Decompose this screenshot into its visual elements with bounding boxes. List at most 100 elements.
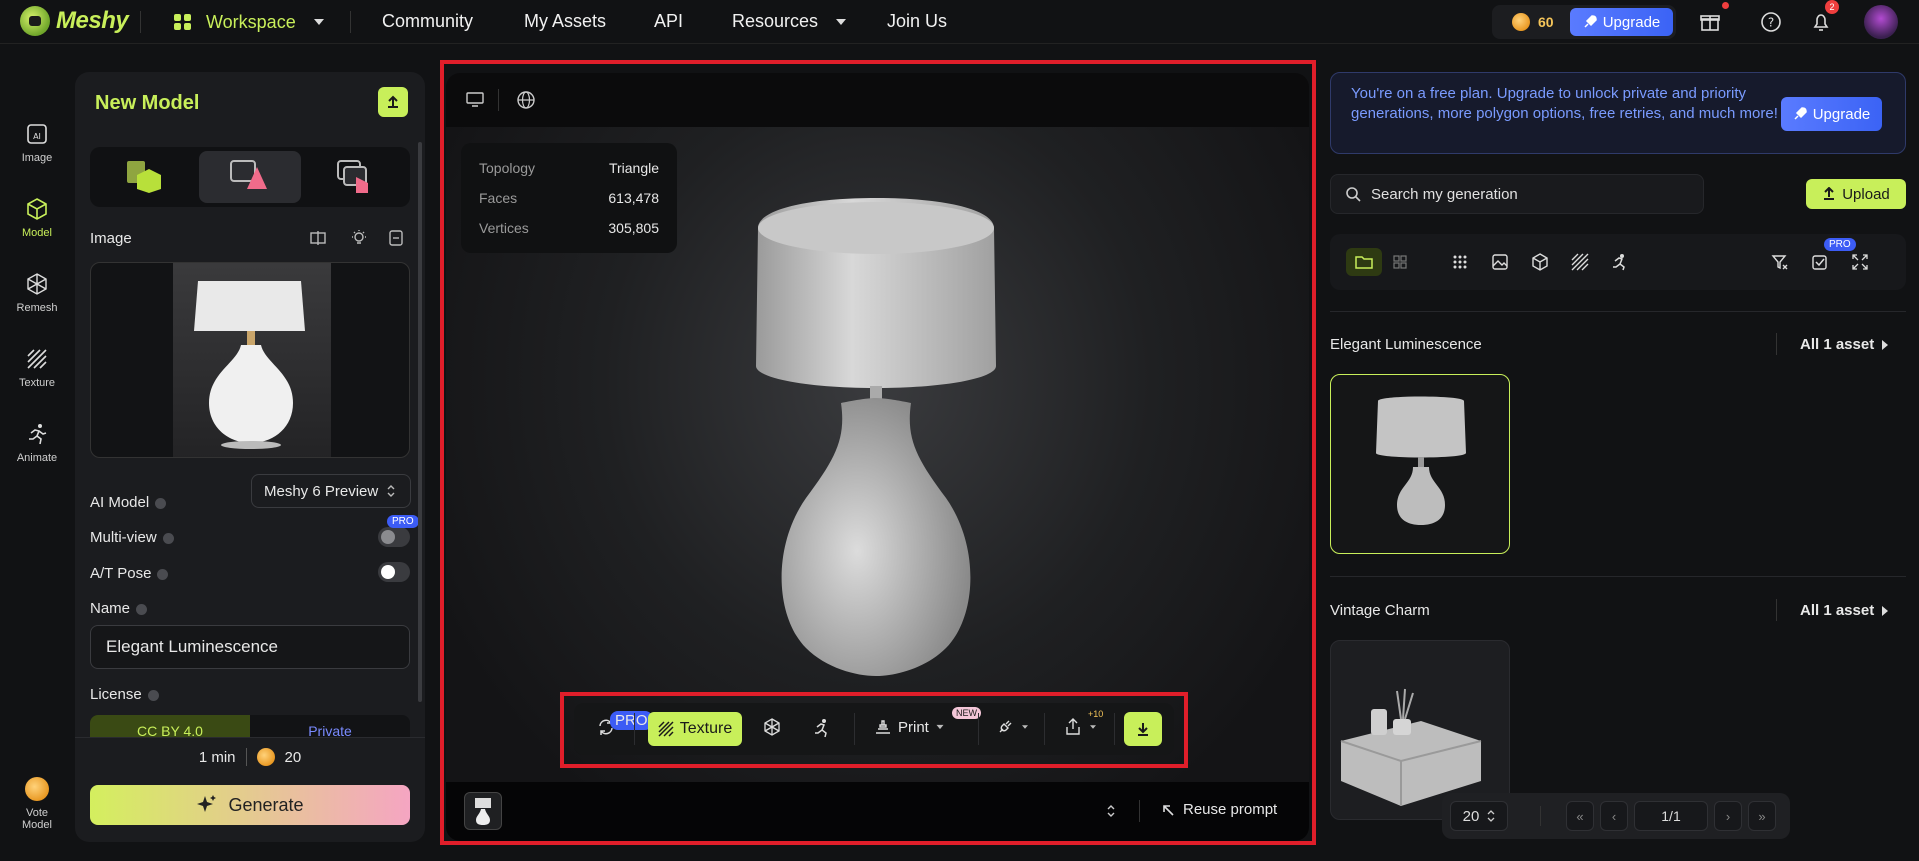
document-icon[interactable] [387, 229, 405, 247]
nav-my-assets[interactable]: My Assets [524, 11, 606, 32]
info-icon [155, 497, 167, 509]
nav-resources[interactable]: Resources [732, 11, 847, 32]
meshy-logo[interactable]: Meshy [20, 6, 129, 36]
license-label: License [90, 686, 159, 703]
nav-join-us[interactable]: Join Us [887, 11, 947, 32]
atpose-toggle[interactable] [378, 562, 410, 582]
image-ai-icon: AI [27, 124, 47, 144]
pro-badge: PRO [387, 515, 419, 528]
rail-image[interactable]: AI Image [0, 122, 74, 164]
upload-button[interactable] [378, 87, 408, 117]
folder-view-icon[interactable] [1346, 248, 1382, 276]
promo-text: You're on a free plan. Upgrade to unlock… [1351, 85, 1778, 122]
mode-tabs [90, 147, 410, 207]
nav-workspace[interactable]: Workspace [172, 11, 324, 33]
multiview-toggle[interactable] [378, 527, 410, 547]
free-plan-banner: You're on a free plan. Upgrade to unlock… [1330, 72, 1906, 154]
rail-model[interactable]: Model [0, 197, 74, 239]
asset-group-title: Elegant Luminescence [1330, 336, 1482, 353]
all-types-icon[interactable] [1446, 248, 1474, 276]
tab-text-to-3d[interactable] [94, 151, 195, 203]
scrollbar[interactable] [418, 142, 422, 702]
notification-badge: 2 [1825, 0, 1839, 14]
search-input[interactable]: Search my generation [1330, 174, 1704, 214]
highlight-box [440, 60, 1316, 845]
texture-icon [27, 349, 47, 369]
fullscreen-icon[interactable] [1846, 248, 1874, 276]
generate-button[interactable]: Generate [90, 785, 410, 825]
prev-page-button[interactable]: ‹ [1600, 801, 1628, 831]
divider [75, 737, 425, 738]
panel-title: New Model [95, 92, 200, 114]
rail-animate[interactable]: Animate [0, 422, 74, 464]
upload-icon [1824, 187, 1835, 200]
first-page-button[interactable]: « [1566, 801, 1594, 831]
cube-icon [27, 198, 47, 220]
asset-group-title: Vintage Charm [1330, 602, 1430, 619]
tab-multi-image[interactable] [305, 151, 406, 203]
model-filter-icon[interactable] [1526, 248, 1554, 276]
rail-remesh[interactable]: Remesh [0, 272, 74, 314]
divider [1540, 806, 1541, 826]
rocket-icon [1794, 107, 1807, 120]
multi-image-icon [337, 160, 369, 193]
license-private[interactable]: Private [250, 715, 410, 737]
name-label: Name [90, 600, 148, 617]
animation-filter-icon[interactable] [1606, 248, 1634, 276]
divider [1776, 333, 1777, 355]
image-filter-icon[interactable] [1486, 248, 1514, 276]
divider [140, 11, 141, 33]
lamp-reference-image [173, 263, 331, 457]
filter-clear-icon[interactable] [1766, 248, 1794, 276]
all-assets-link[interactable]: All 1 asset [1800, 336, 1889, 353]
per-page-select[interactable]: 20 [1450, 801, 1508, 831]
all-assets-link[interactable]: All 1 asset [1800, 602, 1889, 619]
sparkle-icon [197, 795, 217, 812]
info-icon [157, 568, 169, 580]
upload-icon [388, 95, 398, 108]
image-cone-icon [229, 160, 267, 189]
divider [1330, 311, 1906, 312]
upgrade-button[interactable]: Upgrade [1781, 97, 1882, 131]
divider [350, 11, 351, 33]
grid-view-icon[interactable] [1386, 248, 1414, 276]
logo-text: Meshy [56, 7, 129, 34]
workspace-icon [174, 14, 191, 30]
ai-model-select[interactable]: Meshy 6 Preview [251, 474, 411, 508]
meshy-logo-icon [20, 6, 50, 36]
next-page-button[interactable]: › [1714, 801, 1742, 831]
atpose-label: A/T Pose [90, 565, 169, 582]
asset-filter-bar: PRO [1330, 234, 1906, 290]
select-checkbox-icon[interactable] [1806, 248, 1834, 276]
asset-card-lamp[interactable] [1330, 374, 1510, 554]
page-indicator[interactable]: 1/1 [1634, 801, 1708, 831]
tab-image-to-3d[interactable] [199, 151, 301, 203]
credit-cost: 20 [284, 748, 302, 766]
image-upload-area[interactable] [90, 262, 410, 458]
nav-api[interactable]: API [654, 11, 683, 32]
gift-icon[interactable] [1698, 10, 1722, 34]
new-model-panel: New Model Image AI Model Meshy 6 Preview… [75, 72, 425, 842]
help-icon[interactable]: ? [1759, 10, 1783, 34]
ai-model-label: AI Model [90, 494, 167, 511]
upload-button[interactable]: Upload [1806, 179, 1906, 209]
name-field[interactable]: Elegant Luminescence [90, 625, 410, 669]
top-navbar: Meshy Workspace Community My Assets API … [0, 0, 1919, 44]
nav-community[interactable]: Community [382, 11, 473, 32]
lightbulb-icon[interactable] [350, 229, 368, 247]
texture-filter-icon[interactable] [1566, 248, 1594, 276]
license-tabs: CC BY 4.0 Private [90, 715, 410, 737]
split-icon[interactable] [309, 229, 327, 247]
info-icon [147, 689, 159, 701]
search-icon [1346, 187, 1361, 202]
last-page-button[interactable]: » [1748, 801, 1776, 831]
rail-texture[interactable]: Texture [0, 347, 74, 389]
chevron-right-icon [1882, 605, 1889, 616]
divider [1330, 576, 1906, 577]
time-estimate: 1 min [198, 748, 236, 766]
upgrade-button[interactable]: Upgrade [1570, 8, 1673, 36]
license-cc-by[interactable]: CC BY 4.0 [90, 715, 250, 737]
rail-vote-model[interactable]: Vote Model [0, 777, 74, 831]
avatar[interactable] [1864, 5, 1898, 39]
chevron-down-icon [836, 18, 847, 25]
